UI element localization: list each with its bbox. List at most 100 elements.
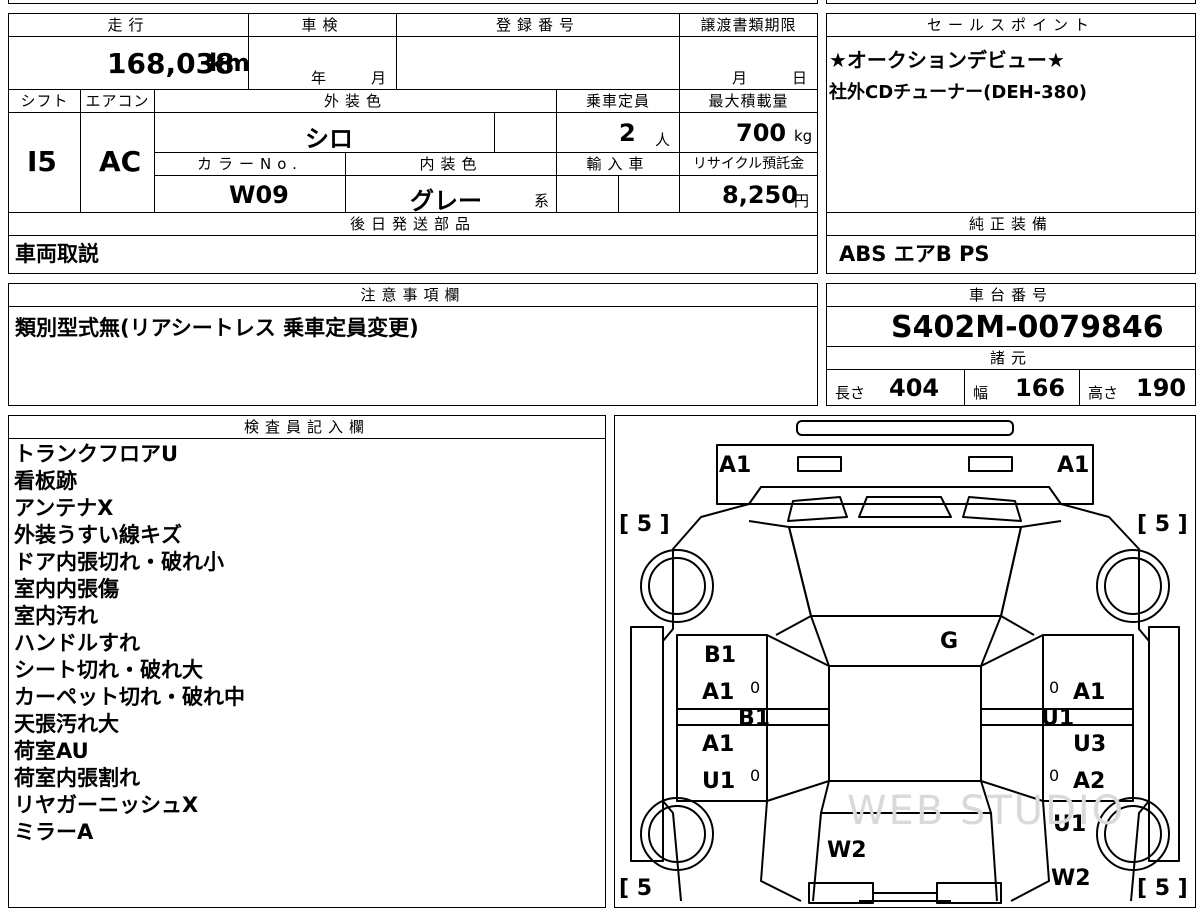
inspector-item: 荷室内張割れ [14, 766, 140, 790]
sales-point-line-2: 社外CDチューナー(DEH-380) [829, 82, 1087, 103]
damage-left-u1: U1 [702, 769, 736, 794]
chassis-value: S402M-0079846 [891, 310, 1164, 345]
chassis-cell: S402M-0079846 [826, 306, 1196, 347]
damage-right-w2: W2 [1051, 866, 1091, 891]
notes-header: 注意事項欄 [8, 283, 818, 307]
spec-height-cell: 高さ 190 [1079, 369, 1196, 406]
inspector-item: ミラーA [14, 820, 94, 844]
import-cell-b [618, 175, 680, 213]
exterior-color-value: シロ [305, 125, 353, 153]
tire-bottom-left: [ 5 [619, 876, 653, 901]
inspector-header: 検査員記入欄 [8, 415, 606, 439]
transfer-month-label: 月 [732, 69, 748, 87]
interior-color-header: 内装色 [345, 152, 557, 176]
damage-left-a1-lower: A1 [702, 732, 735, 757]
later-parts-header: 後日発送部品 [8, 212, 818, 236]
damage-right-a1: A1 [1073, 680, 1106, 705]
max-load-cell: 700 kg [679, 112, 818, 153]
watermark: WEB STUDIO [847, 788, 1126, 834]
aircon-value: AC [99, 145, 142, 178]
inspection-year-label: 年 [311, 69, 327, 87]
interior-color-cell: グレー 系 [345, 175, 557, 215]
inspector-item: 外装うすい線キズ [14, 523, 182, 547]
inspector-item: 看板跡 [14, 469, 77, 493]
notes-cell: 類別型式無(リアシートレス 乗車定員変更) [8, 306, 818, 406]
spec-width-label: 幅 [973, 384, 989, 402]
recycle-cell: 8,250 円 [679, 175, 818, 213]
top-cropped-strip [8, 0, 818, 4]
chassis-header: 車台番号 [826, 283, 1196, 307]
aircon-cell: AC [80, 112, 155, 213]
inspector-item: トランクフロアU [14, 442, 179, 466]
inspection-cell: 年 月 [248, 36, 397, 90]
max-load-value: 700 [736, 119, 787, 147]
sales-point-cell: ★オークションデビュー★ 社外CDチューナー(DEH-380) [826, 36, 1196, 213]
inspector-item: 室内内張傷 [14, 577, 119, 601]
specs-header: 諸元 [826, 346, 1196, 370]
transfer-day-label: 日 [792, 69, 808, 87]
import-header: 輸入車 [556, 152, 680, 176]
damage-hood-w2: W2 [827, 838, 867, 863]
capacity-value: 2 [619, 119, 636, 147]
spec-length-cell: 長さ 404 [826, 369, 965, 406]
later-parts-cell: 車両取説 [8, 235, 818, 274]
inspection-header: 車検 [248, 13, 397, 37]
damage-left-zero-upper: 0 [750, 678, 761, 697]
shift-header: シフト [8, 89, 81, 113]
exterior-color-extra-cell [494, 112, 557, 153]
damage-right-zero-lower: 0 [1049, 766, 1060, 785]
genuine-equipment-value: ABS エアB PS [839, 242, 990, 266]
spec-height-value: 190 [1136, 374, 1187, 402]
color-no-cell: W09 [154, 175, 346, 213]
shift-value: I5 [27, 145, 57, 178]
tire-top-right: [ 5 ] [1137, 512, 1188, 537]
sales-point-header: セールスポイント [826, 13, 1196, 37]
spec-length-value: 404 [889, 374, 940, 402]
inspector-item: シート切れ・破れ大 [14, 658, 203, 682]
damage-right-u3: U3 [1073, 732, 1107, 757]
mileage-unit: km [209, 49, 250, 77]
transfer-deadline-cell: 月 日 [679, 36, 818, 90]
max-load-unit: kg [794, 127, 813, 145]
genuine-equipment-cell: ABS エアB PS [826, 235, 1196, 274]
registration-cell [396, 36, 680, 90]
recycle-value: 8,250 [722, 181, 798, 209]
tire-top-left: [ 5 ] [619, 512, 670, 537]
damage-right-u1-pillar: U1 [1041, 706, 1075, 731]
inspector-item: リヤガーニッシュX [14, 793, 199, 817]
sales-point-line-1: ★オークションデビュー★ [829, 48, 1065, 72]
genuine-equipment-header: 純正装備 [826, 212, 1196, 236]
max-load-header: 最大積載量 [679, 89, 818, 113]
transfer-deadline-header: 譲渡書類期限 [679, 13, 818, 37]
damage-left-b1: B1 [704, 643, 737, 668]
damage-diagram: A1 A1 [ 5 ] [ 5 ] G B1 A1 0 B1 A1 U1 0 0… [614, 415, 1196, 908]
damage-rear-right: A1 [1057, 453, 1090, 478]
inspector-item: 荷室AU [14, 739, 89, 763]
capacity-unit: 人 [655, 131, 671, 149]
aircon-header: エアコン [80, 89, 155, 113]
color-no-value: W09 [229, 181, 289, 209]
inspection-month-label: 月 [371, 69, 387, 87]
capacity-header: 乗車定員 [556, 89, 680, 113]
tire-bottom-right: [ 5 ] [1137, 876, 1188, 901]
spec-length-label: 長さ [835, 384, 866, 402]
import-cell-a [556, 175, 619, 213]
damage-left-b1-pillar: B1 [738, 706, 771, 731]
later-parts-value: 車両取説 [15, 242, 99, 266]
inspector-item: 天張汚れ大 [14, 712, 119, 736]
damage-right-zero-upper: 0 [1049, 678, 1060, 697]
car-outline-drawing [630, 420, 1180, 904]
inspector-item: ドア内張切れ・破れ小 [14, 550, 224, 574]
notes-value: 類別型式無(リアシートレス 乗車定員変更) [15, 316, 419, 340]
top-cropped-strip-right [826, 0, 1196, 4]
capacity-cell: 2 人 [556, 112, 680, 153]
spec-width-value: 166 [1015, 374, 1066, 402]
damage-roof: G [940, 629, 959, 654]
exterior-color-header: 外装色 [154, 89, 557, 113]
inspector-cell: トランクフロアU 看板跡 アンテナX 外装うすい線キズ ドア内張切れ・破れ小 室… [8, 438, 606, 908]
interior-color-value: グレー [410, 187, 482, 215]
inspector-item: カーペット切れ・破れ中 [14, 685, 245, 709]
color-no-header: カラーNo. [154, 152, 346, 176]
interior-color-suffix: 系 [534, 192, 550, 210]
recycle-unit: 円 [794, 192, 810, 210]
